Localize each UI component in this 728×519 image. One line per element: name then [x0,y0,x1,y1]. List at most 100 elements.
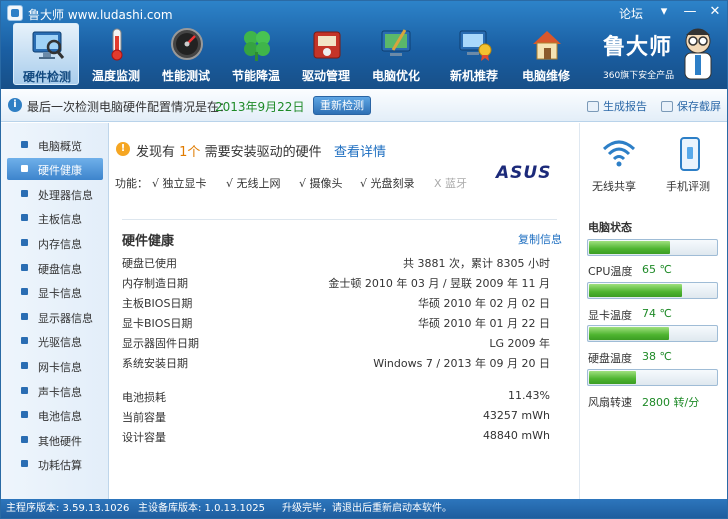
info-row: 电池损耗 11.43% [122,389,550,409]
bullet-icon [21,288,28,295]
info-label: 显示器固件日期 [122,337,199,350]
tab-pc-optimize[interactable]: 电脑优化 [363,23,429,85]
pc-state-title: 电脑状态 [588,221,632,234]
tab-new-pc[interactable]: 新机推荐 [441,23,507,85]
screenshot-icon [661,101,673,112]
features-label: 功能： [115,177,148,190]
speedometer-icon [171,28,203,60]
info-row: 主板BIOS日期 华硕 2010 年 02 月 02 日 [122,295,550,315]
status-info-bar: i 最后一次检测电脑硬件配置情况是在： 2013年9月22日 重新检测 生成报告… [1,89,727,122]
sidebar-item-label: 网卡信息 [38,361,82,374]
disk-temp-value: 38 ℃ [642,350,672,363]
forum-link[interactable]: 论坛 [619,5,643,22]
feature-item: √ 光盘刻录 [360,177,415,190]
info-value: Windows 7 / 2013 年 09 月 20 日 [373,357,550,370]
bullet-icon [21,460,28,467]
copy-info-link[interactable]: 复制信息 [518,231,562,247]
wifi-icon [602,140,636,167]
generate-report-link[interactable]: 生成报告 [587,98,647,114]
info-label: 硬盘已使用 [122,257,177,270]
status-bar-0 [587,239,718,256]
section-title: 硬件健康 [122,234,175,249]
status-bar-fill [589,371,636,384]
view-details-link[interactable]: 查看详情 [334,141,386,160]
sidebar-item-memory[interactable]: 内存信息 [7,232,103,254]
phone-test-button[interactable]: 手机评测 [666,137,718,197]
info-row: 硬盘已使用 共 3881 次，累计 8305 小时 [122,255,550,275]
bullet-icon [21,436,28,443]
info-value: 11.43% [508,389,550,402]
sidebar-item-optical[interactable]: 光驱信息 [7,330,103,352]
tab-energy-saving[interactable]: 节能降温 [223,23,289,85]
last-detect-date: 2013年9月22日 [215,100,305,114]
feature-item: √ 摄像头 [299,177,343,190]
info-row: 显示器固件日期 LG 2009 年 [122,335,550,355]
sidebar-item-label: 显示器信息 [38,312,93,325]
info-value: 共 3881 次，累计 8305 小时 [403,257,550,270]
sidebar-item-network[interactable]: 网卡信息 [7,355,103,377]
driver-warning: 发现有 1个 需要安装驱动的硬件 [136,141,322,160]
bullet-icon [21,214,28,221]
clover-icon [244,31,270,61]
tab-label: 驱动管理 [301,69,350,83]
brand-subtitle: 360旗下安全产品 [603,71,675,81]
sidebar-item-sound[interactable]: 声卡信息 [7,380,103,402]
sidebar-item-other[interactable]: 其他硬件 [7,429,103,451]
status-bar-fill [589,284,682,297]
sidebar: 电脑概览 硬件健康 处理器信息 主板信息 内存信息 硬盘信息 显卡信息 显示器信… [1,123,109,499]
info-value: 43257 mWh [482,409,550,422]
disk-temp-bar [587,369,718,386]
tab-label: 性能测试 [161,69,210,83]
house-repair-icon [533,31,561,60]
app-window: 鲁大师 www.ludashi.com 论坛 ▾ — ✕ 硬件检测 温度监测 性… [0,0,728,519]
save-screenshot-link[interactable]: 保存截屏 [661,98,721,114]
sidebar-item-battery[interactable]: 电池信息 [7,404,103,426]
close-button[interactable]: ✕ [706,4,724,20]
warning-icon: ! [116,142,130,156]
sidebar-item-power[interactable]: 功耗估算 [7,453,103,475]
sidebar-item-display[interactable]: 显示器信息 [7,306,103,328]
sidebar-item-label: 显卡信息 [38,287,82,300]
gpu-temp-value: 74 ℃ [642,307,672,320]
menu-dropdown-button[interactable]: ▾ [655,4,673,20]
tab-label: 电脑维修 [521,69,570,83]
bullet-icon [21,264,28,271]
thermometer-icon [111,28,123,61]
sidebar-item-hardware-health[interactable]: 硬件健康 [7,158,103,180]
tab-performance[interactable]: 性能测试 [153,23,219,85]
minimize-button[interactable]: — [681,4,699,20]
gpu-temp-label: 显卡温度 [588,309,632,322]
sidebar-item-gpu[interactable]: 显卡信息 [7,281,103,303]
sidebar-item-label: 内存信息 [38,238,82,251]
sidebar-item-label: 功耗估算 [38,459,82,472]
pc-award-icon [459,30,492,61]
redetect-button[interactable]: 重新检测 [313,96,371,115]
info-label: 系统安装日期 [122,357,188,370]
sidebar-item-motherboard[interactable]: 主板信息 [7,207,103,229]
info-icon: i [8,98,22,112]
tab-hardware-detect[interactable]: 硬件检测 [13,23,79,85]
tab-temperature[interactable]: 温度监测 [83,23,149,85]
feature-item: √ 独立显卡 [152,177,207,190]
tab-label: 硬件检测 [22,70,71,84]
wifi-share-button[interactable]: 无线共享 [592,137,644,197]
info-value: 华硕 2010 年 01 月 22 日 [418,317,550,330]
sidebar-item-disk[interactable]: 硬盘信息 [7,257,103,279]
bullet-icon [21,362,28,369]
bullet-icon [21,165,28,172]
brand-logo: 鲁大师 360旗下安全产品 [599,27,677,83]
sidebar-item-label: 其他硬件 [38,435,82,448]
bullet-icon [21,411,28,418]
broom-monitor-icon [381,29,411,56]
sidebar-item-label: 主板信息 [38,213,82,226]
sidebar-item-cpu[interactable]: 处理器信息 [7,183,103,205]
sidebar-item-label: 处理器信息 [38,189,93,202]
tab-pc-repair[interactable]: 电脑维修 [513,23,579,85]
status-bar-fill [589,327,669,340]
info-label: 主板BIOS日期 [122,297,193,310]
sidebar-item-overview[interactable]: 电脑概览 [7,134,103,156]
warning-count: 1个 [179,145,201,160]
info-value: 金士顿 2010 年 03 月 / 昱联 2009 年 11 月 [328,277,550,290]
warning-suffix: 需要安装驱动的硬件 [204,145,322,160]
tab-driver-management[interactable]: 驱动管理 [293,23,359,85]
